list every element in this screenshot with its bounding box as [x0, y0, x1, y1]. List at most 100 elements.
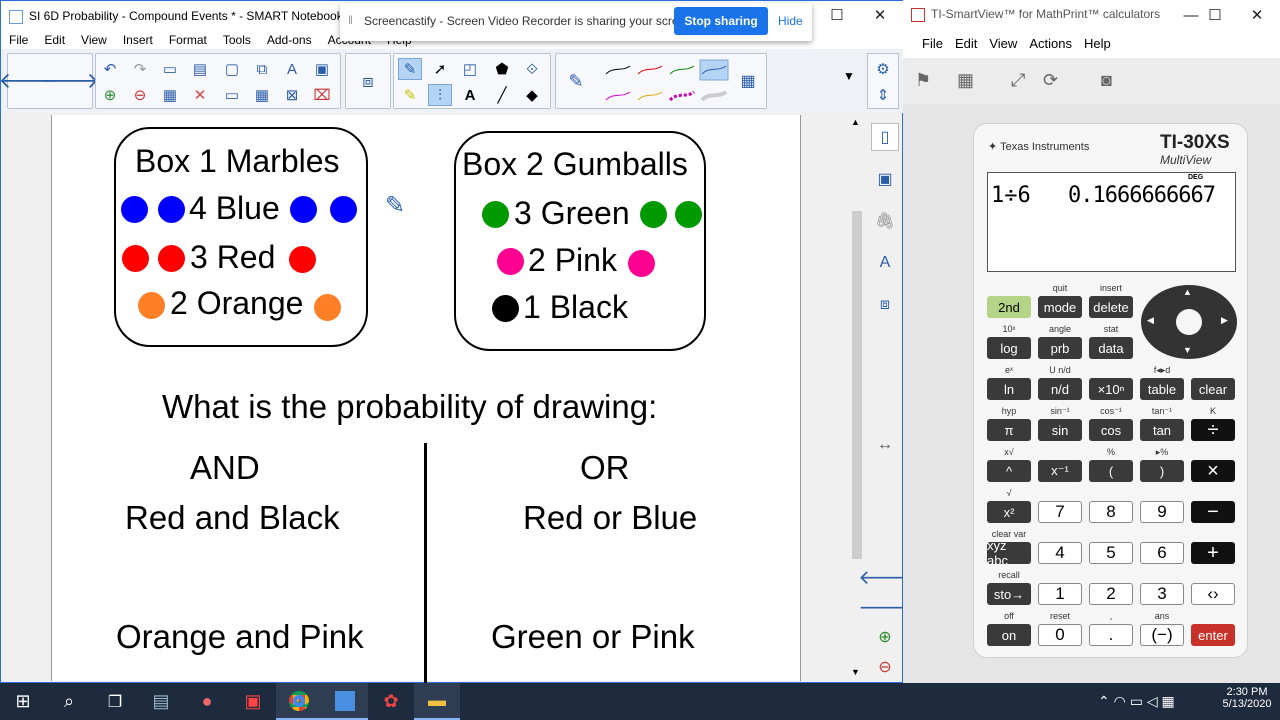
- calculator-select-icon[interactable]: ▦: [957, 70, 974, 91]
- fill-icon[interactable]: ⟐: [520, 58, 544, 80]
- app-icon[interactable]: ●: [184, 683, 230, 720]
- calc-key[interactable]: delete: [1089, 296, 1133, 318]
- camera-icon[interactable]: ◙: [1101, 70, 1112, 91]
- add-page-icon[interactable]: ⊕: [98, 84, 122, 106]
- puzzle-icon[interactable]: ⧈: [356, 70, 380, 92]
- line-icon[interactable]: ╱: [490, 84, 514, 106]
- calc-key[interactable]: 6: [1140, 542, 1184, 564]
- calc-key[interactable]: .: [1089, 624, 1133, 646]
- calc-key[interactable]: (−): [1140, 624, 1184, 646]
- ti-menu-edit[interactable]: Edit: [955, 36, 977, 51]
- calc-key[interactable]: 4: [1038, 542, 1082, 564]
- select-arrow-icon[interactable]: ➚: [428, 58, 452, 80]
- app-icon[interactable]: ✿: [368, 683, 414, 720]
- save-icon[interactable]: ▦: [158, 84, 182, 106]
- image-icon[interactable]: ▣: [310, 58, 334, 80]
- calc-key[interactable]: prb: [1038, 337, 1082, 359]
- calc-key[interactable]: tan: [1140, 419, 1184, 441]
- chevron-up-icon[interactable]: ⌃: [1098, 693, 1110, 709]
- pen-style-icon[interactable]: ✎: [564, 70, 588, 92]
- forward-arrow-icon[interactable]: 🡒: [41, 68, 100, 93]
- arrow-down-icon[interactable]: ▼: [1183, 345, 1192, 355]
- ti-menu-actions[interactable]: Actions: [1029, 36, 1072, 51]
- table-icon[interactable]: ▦: [250, 84, 274, 106]
- addons-side-icon[interactable]: ⧈: [871, 291, 899, 319]
- calc-key[interactable]: ‹›: [1191, 583, 1235, 605]
- pen-icon[interactable]: ✎: [398, 58, 422, 80]
- screen-shade-icon[interactable]: ⧉: [250, 58, 274, 80]
- display-icon[interactable]: ▭: [220, 84, 244, 106]
- next-page-icon[interactable]: 🡒: [858, 593, 912, 621]
- calc-key[interactable]: 2nd: [987, 296, 1031, 318]
- menu-file[interactable]: File: [9, 33, 28, 47]
- menu-edit[interactable]: Edit: [44, 33, 65, 47]
- calc-key[interactable]: clear: [1191, 378, 1235, 400]
- calc-key[interactable]: sto→: [987, 583, 1031, 605]
- calc-key[interactable]: ^: [987, 460, 1031, 482]
- page-sorter-icon[interactable]: ▯: [871, 123, 899, 151]
- calc-key[interactable]: on: [987, 624, 1031, 646]
- calc-key[interactable]: 0: [1038, 624, 1082, 646]
- calc-key[interactable]: ×10ⁿ: [1089, 378, 1133, 400]
- arrow-right-icon[interactable]: ▶: [1221, 315, 1228, 326]
- chrome-icon[interactable]: [276, 683, 322, 720]
- color-palette-icon[interactable]: ▦: [736, 70, 760, 92]
- calc-key[interactable]: π: [987, 419, 1031, 441]
- notebook-page[interactable]: Box 1 Marbles 4 Blue 3 Red 2 Orange Box …: [51, 115, 801, 683]
- menu-view[interactable]: View: [81, 33, 107, 47]
- calc-key[interactable]: 8: [1089, 501, 1133, 523]
- keypress-history-icon[interactable]: ⟳: [1043, 70, 1058, 91]
- polygon-icon[interactable]: ⬟: [490, 58, 514, 80]
- menu-format[interactable]: Format: [169, 33, 207, 47]
- calc-key[interactable]: +: [1191, 542, 1235, 564]
- calc-key[interactable]: ln: [987, 378, 1031, 400]
- app-icon[interactable]: ▤: [138, 683, 184, 720]
- calc-key[interactable]: −: [1191, 501, 1235, 523]
- undo-icon[interactable]: ↶: [98, 58, 122, 80]
- delete-icon[interactable]: ✕: [188, 84, 212, 106]
- back-arrow-icon[interactable]: 🡐: [0, 68, 58, 93]
- calc-key[interactable]: sin: [1038, 419, 1082, 441]
- wifi-icon[interactable]: ◠: [1114, 693, 1126, 709]
- calc-key[interactable]: 9: [1140, 501, 1184, 523]
- calc-key[interactable]: 7: [1038, 501, 1082, 523]
- drag-handle-icon[interactable]: ‖: [348, 13, 353, 27]
- calc-key[interactable]: ): [1140, 460, 1184, 482]
- app-icon[interactable]: ▣: [230, 683, 276, 720]
- toolbar-dropdown-icon[interactable]: ▼: [843, 69, 855, 83]
- search-icon[interactable]: ⌕: [46, 683, 92, 720]
- eraser-icon[interactable]: ◆: [520, 84, 544, 106]
- clock[interactable]: 2:30 PM 5/13/2020: [1222, 686, 1272, 710]
- maximize-icon[interactable]: ☐: [814, 0, 860, 30]
- calc-key[interactable]: log: [987, 337, 1031, 359]
- calc-key[interactable]: ×: [1191, 460, 1235, 482]
- menu-insert[interactable]: Insert: [123, 33, 153, 47]
- stop-sharing-button[interactable]: Stop sharing: [674, 7, 768, 35]
- redo-icon[interactable]: ↷: [128, 58, 152, 80]
- properties-icon[interactable]: A: [871, 249, 899, 277]
- calc-key[interactable]: x²: [987, 501, 1031, 523]
- paste-icon[interactable]: ▤: [188, 58, 212, 80]
- calc-key[interactable]: enter: [1191, 624, 1235, 646]
- move-toolbar-icon[interactable]: ⇕: [871, 84, 895, 106]
- scroll-down-icon[interactable]: ▼: [851, 667, 860, 677]
- keyboard-icon[interactable]: ▦: [1162, 693, 1175, 709]
- arrow-pad[interactable]: ▲ ▼ ◀ ▶: [1141, 285, 1237, 359]
- attachments-icon[interactable]: 🖇: [871, 207, 899, 235]
- highlighter-icon[interactable]: ✎: [398, 84, 422, 106]
- screen-capture-icon[interactable]: ▢: [220, 58, 244, 80]
- volume-icon[interactable]: ◁: [1147, 693, 1158, 709]
- fullscreen-icon[interactable]: ⊠: [280, 84, 304, 106]
- gear-icon[interactable]: ⚙: [871, 58, 895, 80]
- scroll-thumb[interactable]: [852, 211, 862, 559]
- calc-key[interactable]: 5: [1089, 542, 1133, 564]
- close-icon[interactable]: ✕: [857, 0, 903, 30]
- text-tool-icon[interactable]: A: [458, 84, 482, 106]
- calc-key[interactable]: xyz abc: [987, 538, 1031, 568]
- menu-tools[interactable]: Tools: [223, 33, 251, 47]
- ti-maximize-icon[interactable]: ☐: [1192, 0, 1238, 30]
- task-view-icon[interactable]: ❐: [92, 683, 138, 720]
- calc-key[interactable]: 2: [1089, 583, 1133, 605]
- ti-menu-help[interactable]: Help: [1084, 36, 1111, 51]
- calc-key[interactable]: ÷: [1191, 419, 1235, 441]
